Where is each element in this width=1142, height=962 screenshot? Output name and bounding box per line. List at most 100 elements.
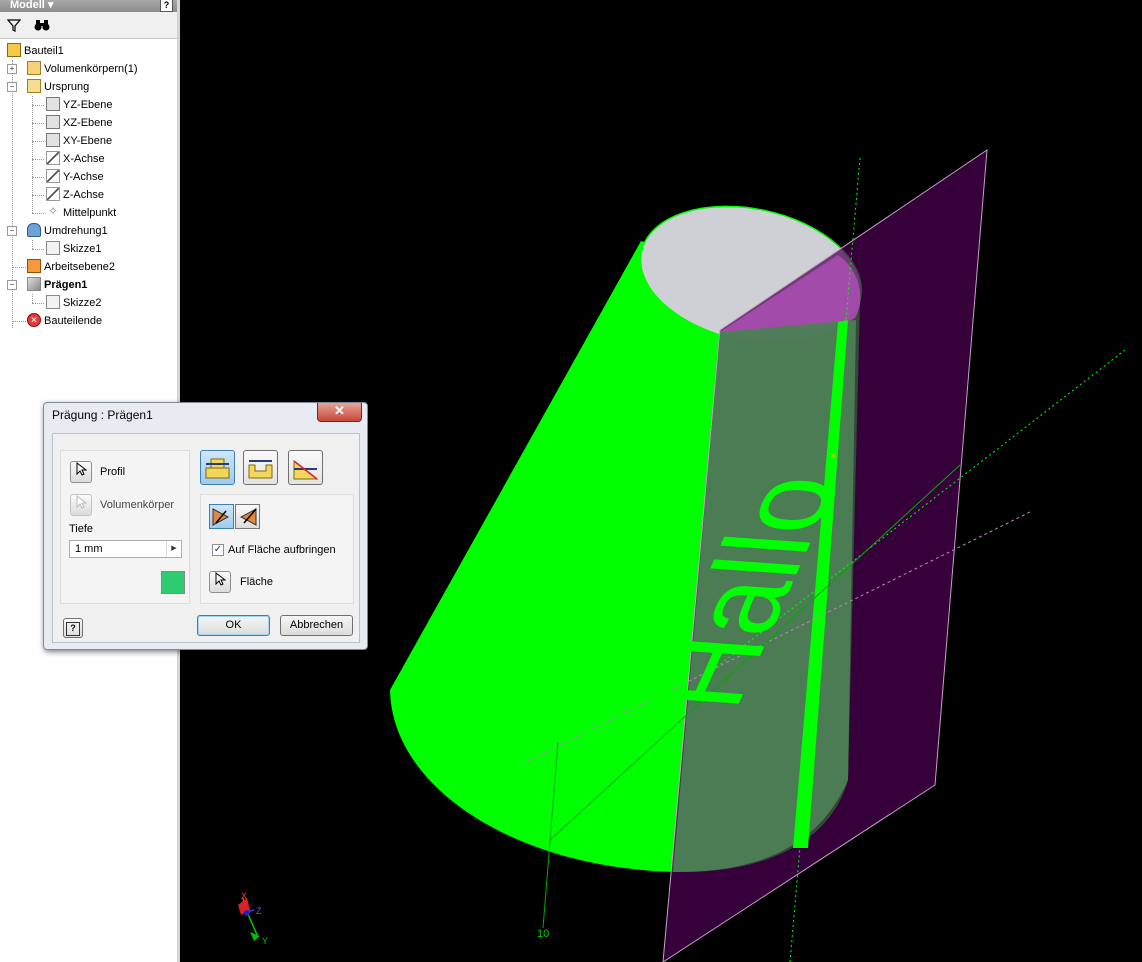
tree-node-xy-plane[interactable]: XY-Ebene: [46, 132, 112, 150]
open-folder-icon: [27, 79, 41, 94]
chevron-right-icon[interactable]: ▶: [166, 541, 181, 557]
tree-node-label: YZ-Ebene: [63, 99, 113, 111]
emboss-raise-icon: [205, 458, 230, 479]
ok-button[interactable]: OK: [197, 615, 270, 636]
sketch-icon: [46, 241, 60, 256]
collapse-umdrehung[interactable]: −: [7, 226, 17, 236]
cancel-button[interactable]: Abbrechen: [280, 615, 353, 636]
tree-node-origin[interactable]: Ursprung: [27, 78, 89, 96]
collapse-ursprung[interactable]: −: [7, 82, 17, 92]
plane-icon: [46, 97, 60, 112]
help-button[interactable]: ?: [63, 618, 83, 638]
emboss-dialog: Prägung : Prägen1 ✕ Profil Volumenkörper…: [43, 402, 368, 650]
help-icon: ?: [66, 622, 80, 636]
plane-emboss-icon: [293, 459, 319, 480]
cursor-arrow-icon: [215, 571, 227, 586]
point-icon: ✧: [47, 204, 59, 219]
tree-node-label: Prägen1: [44, 279, 88, 291]
face-label: Fläche: [240, 576, 274, 588]
tree-node-emboss[interactable]: Prägen1: [27, 276, 87, 294]
close-button[interactable]: ✕: [317, 403, 362, 422]
tree-node-x-axis[interactable]: X-Achse: [46, 150, 105, 168]
tree-node-center-point[interactable]: ✧ Mittelpunkt: [46, 204, 116, 222]
axis-icon: [46, 187, 60, 202]
tree-node-label: Skizze2: [63, 297, 102, 309]
browser-header[interactable]: Modell ▾ ?: [0, 0, 177, 12]
triad-y-cone: [250, 932, 260, 941]
revolve-icon: [27, 223, 41, 238]
tree-node-label: X-Achse: [63, 153, 105, 165]
tree-node-label: XY-Ebene: [63, 135, 113, 147]
direction-arrow-icon: [212, 508, 230, 526]
triad-z-label: Z: [256, 906, 262, 916]
tree-node-end-of-part[interactable]: ✕ Bauteilende: [27, 312, 102, 330]
tree-node-z-axis[interactable]: Z-Achse: [46, 186, 104, 204]
solid-label: Volumenkörper: [100, 499, 174, 511]
tree-node-label: Y-Achse: [63, 171, 104, 183]
emboss-engrave-from-plane-button[interactable]: [288, 450, 323, 485]
wrap-to-face-label: Auf Fläche aufbringen: [228, 544, 336, 556]
tree-node-sketch1[interactable]: Skizze1: [46, 240, 102, 258]
center-marker: ×: [830, 449, 837, 463]
tree-node-part[interactable]: Bauteil1: [7, 42, 64, 60]
help-icon[interactable]: ?: [160, 0, 173, 12]
tree-node-xz-plane[interactable]: XZ-Ebene: [46, 114, 113, 132]
tree-node-revolve[interactable]: Umdrehung1: [27, 222, 108, 240]
tree-node-sketch2[interactable]: Skizze2: [46, 294, 102, 312]
wrap-to-face-checkbox[interactable]: ✓: [212, 544, 224, 556]
browser-title[interactable]: Modell: [10, 0, 45, 11]
depth-input[interactable]: 1 mm ▶: [69, 540, 182, 558]
part-icon: [7, 43, 21, 58]
emboss-from-face-button[interactable]: [200, 450, 235, 485]
tree-node-label: Mittelpunkt: [63, 207, 117, 219]
depth-value: 1 mm: [75, 543, 103, 555]
collapse-praegen[interactable]: −: [7, 280, 17, 290]
tree-node-yz-plane[interactable]: YZ-Ebene: [46, 96, 113, 114]
engrave-from-face-button[interactable]: [243, 450, 278, 485]
tree-node-label: Volumenkörpern(1): [44, 63, 138, 75]
face-select-button[interactable]: [209, 571, 231, 593]
sketch-icon: [46, 295, 60, 310]
triad-x-label: X: [241, 891, 247, 901]
cursor-arrow-icon: [76, 494, 88, 509]
tree-node-label: Z-Achse: [63, 189, 104, 201]
axis-icon: [46, 151, 60, 166]
direction-arrow-icon: [239, 508, 257, 526]
depth-label: Tiefe: [69, 523, 94, 535]
chevron-down-icon[interactable]: ▾: [45, 0, 54, 11]
tree-node-label: Bauteilende: [44, 315, 103, 327]
dialog-title: Prägung : Prägen1: [52, 408, 153, 422]
cursor-arrow-icon: [76, 461, 88, 476]
tree-node-label: Skizze1: [63, 243, 102, 255]
emboss-icon: [27, 277, 41, 292]
tree-node-label: Arbeitsebene2: [44, 261, 115, 273]
direction-1-button[interactable]: [209, 504, 234, 529]
direction-2-button[interactable]: [235, 504, 260, 529]
dimension-label: 10: [537, 928, 549, 940]
work-plane-icon: [27, 259, 41, 274]
tree-node-label: Ursprung: [44, 81, 90, 93]
engrave-icon: [248, 460, 273, 479]
plane-icon: [46, 115, 60, 130]
find-binoculars-icon[interactable]: [34, 18, 50, 34]
filter-icon[interactable]: [6, 18, 22, 34]
profile-select-button[interactable]: [70, 461, 92, 483]
view-triad[interactable]: X Z Y: [238, 891, 268, 946]
tree-node-y-axis[interactable]: Y-Achse: [46, 168, 104, 186]
solid-select-button[interactable]: [70, 494, 92, 516]
color-swatch-button[interactable]: [161, 571, 185, 594]
expand-volumenkoerper[interactable]: +: [7, 64, 17, 74]
triad-y-label: Y: [262, 936, 268, 946]
tree-node-label: XZ-Ebene: [63, 117, 113, 129]
tree-node-label: Bauteil1: [24, 45, 64, 57]
tree-node-work-plane[interactable]: Arbeitsebene2: [27, 258, 115, 276]
axis-icon: [46, 169, 60, 184]
dialog-body: Profil Volumenkörper Tiefe 1 mm ▶ ✓ Auf …: [52, 433, 360, 643]
profile-label: Profil: [100, 466, 126, 478]
folder-icon: [27, 61, 41, 76]
end-of-part-icon: ✕: [27, 313, 41, 328]
plane-icon: [46, 133, 60, 148]
tree-node-label: Umdrehung1: [44, 225, 108, 237]
browser-toolbar: [0, 12, 177, 39]
tree-node-solid-bodies[interactable]: Volumenkörpern(1): [27, 60, 138, 78]
